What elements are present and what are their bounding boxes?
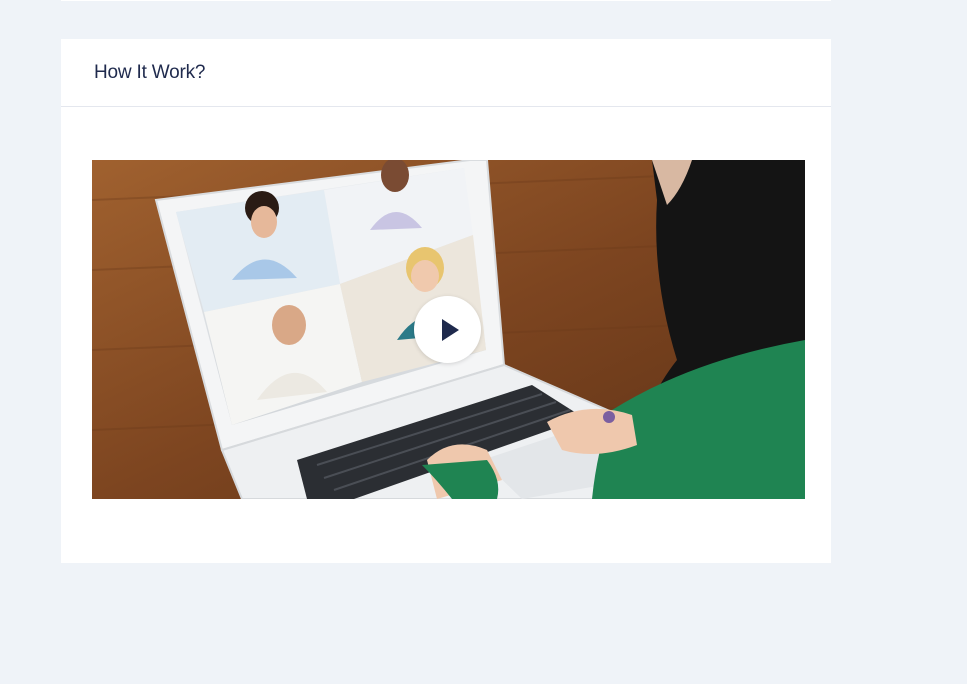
previous-card-edge: [61, 0, 831, 1]
video-player[interactable]: [92, 160, 805, 499]
play-button[interactable]: [414, 296, 481, 363]
card-header: How It Work?: [61, 39, 831, 107]
how-it-works-card: How It Work?: [61, 39, 831, 563]
play-icon: [441, 318, 459, 341]
card-title: How It Work?: [94, 61, 206, 83]
